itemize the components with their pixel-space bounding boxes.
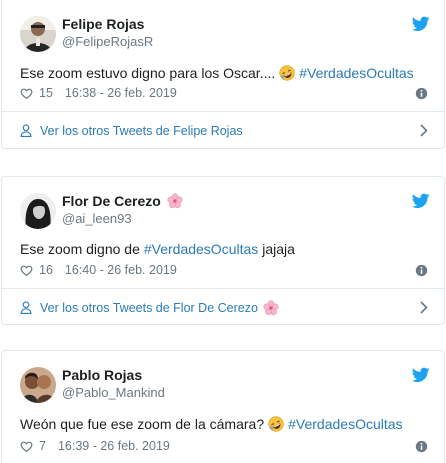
hashtag-link[interactable]: #VerdadesOcultas <box>288 416 402 432</box>
tweet-card: Pablo Rojas @Pablo_Mankind Weón que fue … <box>1 350 445 463</box>
heart-icon[interactable] <box>20 264 33 277</box>
user-name[interactable]: Flor De Cerezo <box>62 193 187 209</box>
person-icon <box>20 301 32 314</box>
user-handle[interactable]: @FelipeRojasR <box>62 34 153 49</box>
chevron-right-icon <box>420 301 428 314</box>
like-count[interactable]: 16 <box>39 263 53 277</box>
heart-icon[interactable] <box>20 87 33 100</box>
view-more-tweets-label: Ver los otros Tweets de Felipe Rojas <box>40 123 243 138</box>
heart-icon[interactable] <box>20 440 33 453</box>
info-icon[interactable] <box>415 264 428 277</box>
tweet-card: Flor De Cerezo @ai_leen93 Ese zoom digno… <box>1 176 445 325</box>
tweet-text: Weón que fue ese zoom de la cámara? #Ver… <box>20 416 403 432</box>
tweet-meta: 16 16:40 - 26 feb. 2019 <box>20 263 177 277</box>
avatar[interactable] <box>20 367 56 403</box>
like-count[interactable]: 7 <box>39 439 46 453</box>
user-name[interactable]: Felipe Rojas <box>62 16 144 32</box>
rofl-emoji-icon <box>268 416 284 432</box>
hashtag-link[interactable]: #VerdadesOcultas <box>144 241 258 257</box>
avatar[interactable] <box>20 16 56 52</box>
user-name[interactable]: Pablo Rojas <box>62 367 142 383</box>
tweet-text: Ese zoom digno de #VerdadesOcultas jajaj… <box>20 241 295 257</box>
info-icon[interactable] <box>415 440 428 453</box>
avatar[interactable] <box>20 193 56 229</box>
twitter-bird-icon[interactable] <box>412 367 430 383</box>
twitter-bird-icon[interactable] <box>412 16 430 32</box>
tweet-card: Felipe Rojas @FelipeRojasR Ese zoom estu… <box>1 0 445 149</box>
user-name-text: Flor De Cerezo <box>62 193 161 209</box>
view-more-tweets-link[interactable]: Ver los otros Tweets de Felipe Rojas <box>2 112 444 148</box>
cherry-blossom-emoji-icon <box>263 299 279 315</box>
tweet-meta: 7 16:39 - 26 feb. 2019 <box>20 439 170 453</box>
view-more-tweets-label: Ver los otros Tweets de Flor De Cerezo <box>40 300 258 315</box>
user-handle[interactable]: @Pablo_Mankind <box>62 385 165 400</box>
twitter-bird-icon[interactable] <box>412 193 430 209</box>
user-handle[interactable]: @ai_leen93 <box>62 211 132 226</box>
chevron-right-icon <box>420 124 428 137</box>
info-icon[interactable] <box>415 87 428 100</box>
tweet-body: Weón que fue ese zoom de la cámara? <box>20 416 265 432</box>
tweet-timestamp[interactable]: 16:38 - 26 feb. 2019 <box>65 86 177 100</box>
rofl-emoji-icon <box>279 65 295 81</box>
like-count[interactable]: 15 <box>39 86 53 100</box>
cherry-blossom-emoji-icon <box>167 193 183 209</box>
tweet-timestamp[interactable]: 16:40 - 26 feb. 2019 <box>65 263 177 277</box>
tweet-body-end: jajaja <box>262 241 295 257</box>
tweet-body: Ese zoom digno de <box>20 241 140 257</box>
tweet-text: Ese zoom estuvo digno para los Oscar....… <box>20 65 414 81</box>
person-icon <box>20 124 32 137</box>
view-more-tweets-link[interactable]: Ver los otros Tweets de Flor De Cerezo <box>2 289 444 324</box>
hashtag-link[interactable]: #VerdadesOcultas <box>299 65 413 81</box>
tweet-timestamp[interactable]: 16:39 - 26 feb. 2019 <box>58 439 170 453</box>
tweet-body: Ese zoom estuvo digno para los Oscar.... <box>20 65 276 81</box>
tweet-meta: 15 16:38 - 26 feb. 2019 <box>20 86 177 100</box>
